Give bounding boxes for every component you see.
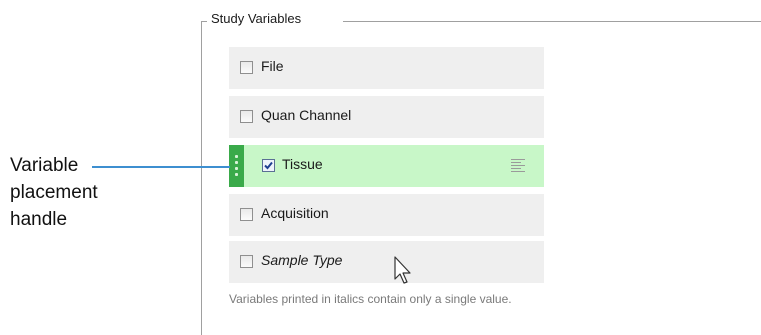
variable-row-quan-channel[interactable]: Quan Channel [229, 96, 544, 138]
acquisition-checkbox[interactable] [240, 208, 253, 221]
group-frame-left [201, 21, 202, 335]
drag-handle-icon[interactable] [229, 145, 244, 187]
tissue-checkbox[interactable] [262, 159, 275, 172]
variable-label-tissue: Tissue [282, 156, 323, 172]
callout-line [92, 166, 230, 168]
variable-row-file[interactable]: File [229, 47, 544, 89]
group-title: Study Variables [209, 11, 304, 26]
italics-footnote: Variables printed in italics contain onl… [229, 292, 512, 306]
variable-label-file: File [261, 58, 284, 74]
variable-row-sample-type[interactable]: Sample Type [229, 241, 544, 283]
sample-type-checkbox[interactable] [240, 255, 253, 268]
variable-label-quan-channel: Quan Channel [261, 107, 352, 123]
file-checkbox[interactable] [240, 61, 253, 74]
quan-channel-checkbox[interactable] [240, 110, 253, 123]
arrow-cursor-icon [394, 256, 411, 284]
callout-label: Variable placement handle [10, 155, 98, 230]
group-frame-top-right [343, 21, 761, 22]
sort-order-icon[interactable] [511, 158, 525, 174]
variable-row-tissue[interactable]: Tissue [229, 145, 544, 187]
variable-label-sample-type: Sample Type [261, 252, 343, 268]
checkmark-icon [264, 161, 273, 170]
variable-row-acquisition[interactable]: Acquisition [229, 194, 544, 236]
variable-label-acquisition: Acquisition [261, 205, 329, 221]
